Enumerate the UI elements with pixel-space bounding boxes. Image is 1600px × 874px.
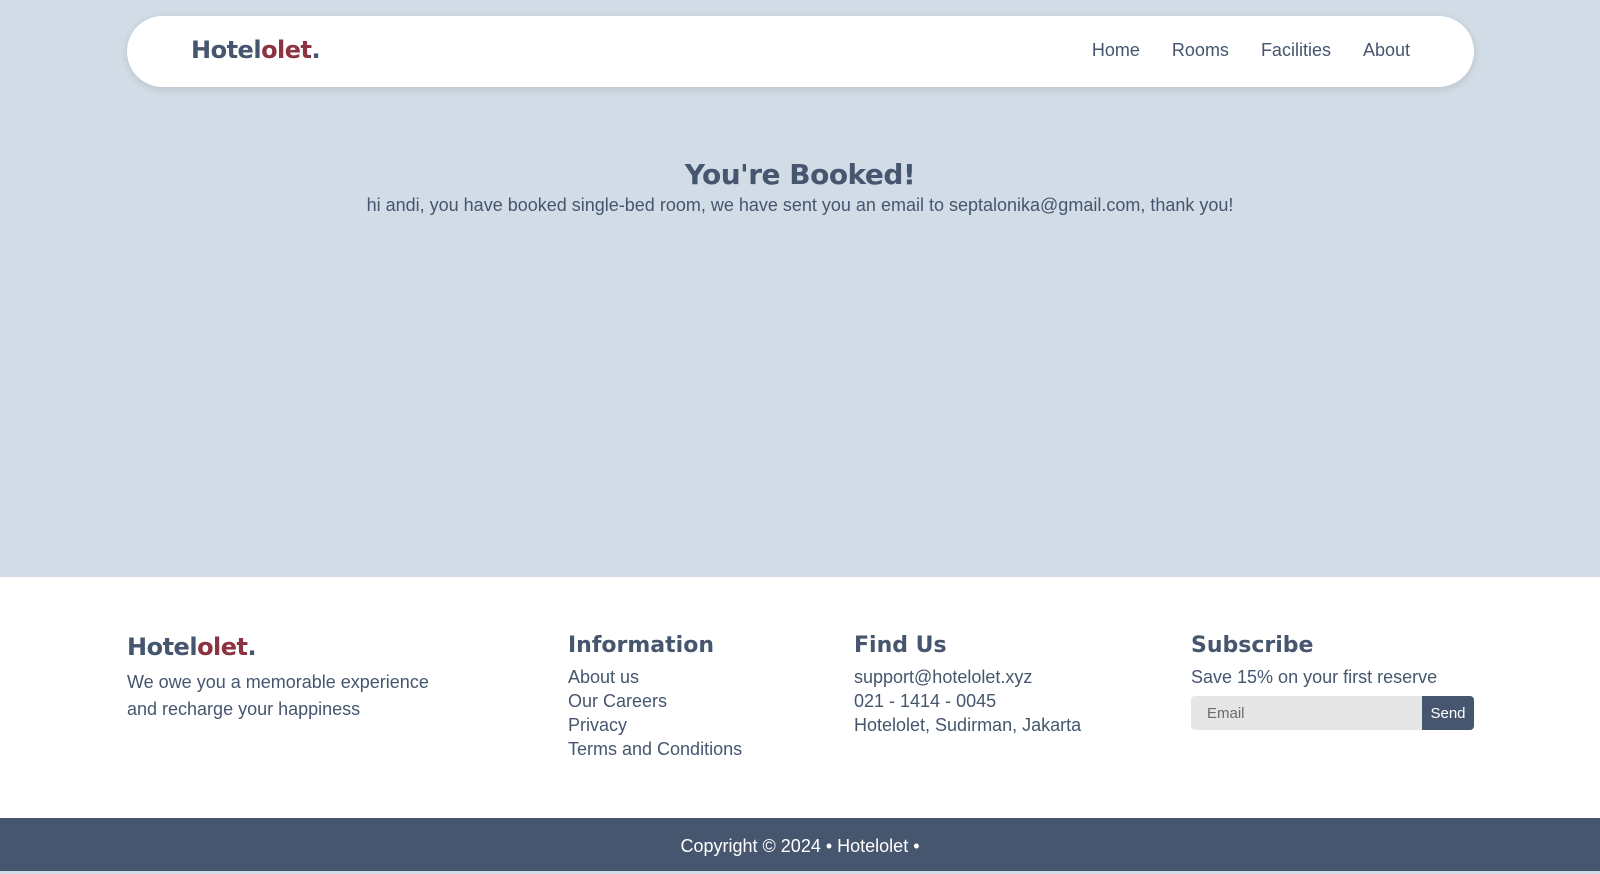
- footer-tagline-line1: We owe you a memorable experience: [127, 672, 429, 692]
- subscribe-email-input[interactable]: [1191, 696, 1422, 730]
- footer-contact-phone: 021 - 1414 - 0045: [854, 691, 997, 711]
- subscribe-offer-text: Save 15% on your first reserve: [1191, 667, 1438, 687]
- footer-brand-logo[interactable]: Hotelolet.: [127, 633, 467, 661]
- footer-tagline-line2: and recharge your happiness: [127, 699, 361, 719]
- footer-brand-name-accent: olet: [197, 633, 248, 661]
- footer-find-us-heading: Find Us: [854, 633, 947, 658]
- footer-link-privacy[interactable]: Privacy: [568, 713, 742, 737]
- footer-brand-name-main: Hotel: [127, 633, 198, 661]
- footer: Hotelolet. We owe you a memorable experi…: [0, 577, 1600, 818]
- footer-link-terms[interactable]: Terms and Conditions: [568, 737, 742, 761]
- booking-confirmation: You're Booked! hi andi, you have booked …: [0, 158, 1600, 216]
- footer-tagline: We owe you a memorable experience and re…: [127, 669, 467, 723]
- footer-contact-email: support@hotelolet.xyz: [854, 667, 1033, 687]
- footer-brand-dot: .: [247, 633, 257, 661]
- footer-link-careers[interactable]: Our Careers: [568, 689, 742, 713]
- footer-contact-address: Hotelolet, Sudirman, Jakarta: [854, 715, 1082, 735]
- footer-link-about-us[interactable]: About us: [568, 665, 742, 689]
- nav-link-facilities[interactable]: Facilities: [1261, 40, 1331, 61]
- brand-name-main: Hotel: [191, 36, 262, 64]
- copyright-text: Copyright © 2024 • Hotelolet •: [680, 836, 920, 856]
- copyright-bar: Copyright © 2024 • Hotelolet •: [0, 818, 1600, 871]
- subscribe-form: Send: [1191, 696, 1474, 730]
- brand-name-accent: olet: [261, 36, 312, 64]
- footer-brand-column: Hotelolet. We owe you a memorable experi…: [127, 633, 467, 723]
- nav-link-about[interactable]: About: [1363, 40, 1410, 61]
- navbar: Hotelolet. Home Rooms Facilities About: [127, 16, 1474, 87]
- footer-subscribe-heading: Subscribe: [1191, 633, 1314, 658]
- subscribe-send-button[interactable]: Send: [1422, 696, 1474, 730]
- footer-information-column: Information About us Our Careers Privacy…: [568, 633, 742, 761]
- brand-logo[interactable]: Hotelolet.: [191, 36, 321, 64]
- footer-information-links: About us Our Careers Privacy Terms and C…: [568, 665, 742, 761]
- nav-link-rooms[interactable]: Rooms: [1172, 40, 1229, 61]
- nav-link-home[interactable]: Home: [1092, 40, 1140, 61]
- nav-links: Home Rooms Facilities About: [1092, 40, 1410, 61]
- footer-subscribe-column: Subscribe Save 15% on your first reserve…: [1191, 633, 1474, 730]
- page-title: You're Booked!: [684, 158, 916, 191]
- brand-dot: .: [311, 36, 321, 64]
- footer-find-us-column: Find Us support@hotelolet.xyz 021 - 1414…: [854, 633, 1081, 737]
- footer-information-heading: Information: [568, 633, 714, 658]
- footer-contact-list: support@hotelolet.xyz 021 - 1414 - 0045 …: [854, 665, 1081, 737]
- booking-message: hi andi, you have booked single-bed room…: [366, 195, 1234, 215]
